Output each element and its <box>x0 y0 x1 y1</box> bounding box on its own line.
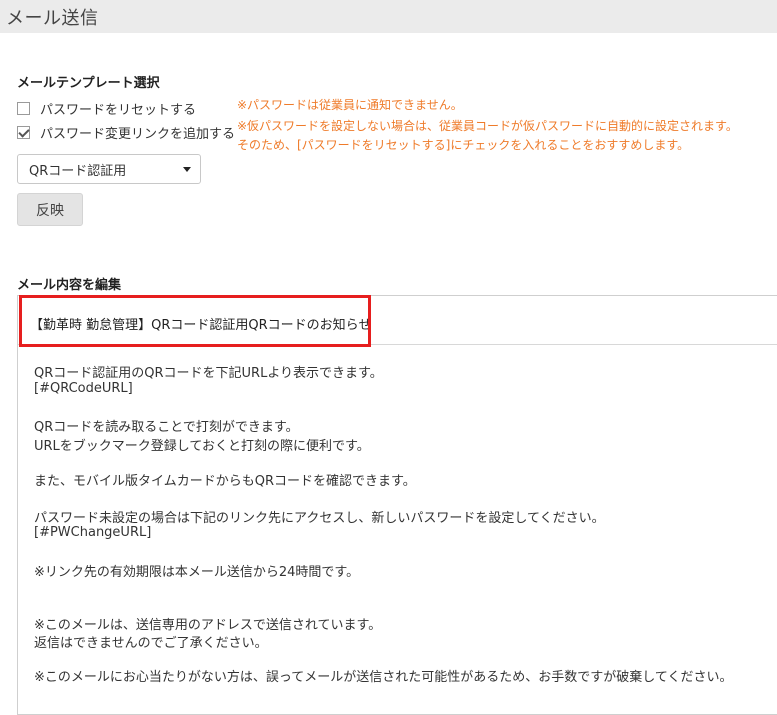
body-line[interactable]: QRコード認証用のQRコードを下記URLより表示できます。 <box>34 362 383 381</box>
template-select[interactable]: QRコード認証用 <box>17 154 201 184</box>
page-title: メール送信 <box>6 8 99 29</box>
body-line[interactable]: 返信はできませんのでご了承ください。 <box>34 632 268 651</box>
edit-section-title: メール内容を編集 <box>17 278 122 293</box>
template-section-title: メールテンプレート選択 <box>17 76 160 91</box>
body-line[interactable]: ※このメールにお心当たりがない方は、誤ってメールが送信された可能性があるため、お… <box>34 666 732 685</box>
subject-text: 【勤革時 勤怠管理】QRコード認証用QRコードのお知らせ <box>30 318 372 333</box>
body-line[interactable]: QRコードを読み取ることで打刻ができます。 <box>34 416 299 435</box>
reset-password-checkbox[interactable] <box>17 101 30 115</box>
template-select-value: QRコード認証用 <box>29 163 127 179</box>
add-change-link-checkbox[interactable] <box>17 125 30 139</box>
reset-password-option[interactable]: パスワードをリセットする <box>17 99 197 118</box>
body-line[interactable]: [#QRCodeURL] <box>34 381 133 396</box>
body-line[interactable]: [#PWChangeURL] <box>34 525 151 540</box>
subject-field[interactable]: 【勤革時 勤怠管理】QRコード認証用QRコードのお知らせ <box>18 296 777 345</box>
add-change-link-option[interactable]: パスワード変更リンクを追加する <box>17 123 236 142</box>
body-line[interactable]: ※このメールは、送信専用のアドレスで送信されています。 <box>34 614 381 633</box>
body-line[interactable]: URLをブックマーク登録しておくと打刻の際に便利です。 <box>34 435 370 454</box>
note-line-1: ※パスワードは従業員に通知できません。 <box>237 98 463 112</box>
note-line-2: ※仮パスワードを設定しない場合は、従業員コードが仮パスワードに自動的に設定されま… <box>237 119 738 133</box>
body-line[interactable]: また、モバイル版タイムカードからもQRコードを確認できます。 <box>34 470 416 489</box>
body-line[interactable]: ※リンク先の有効期限は本メール送信から24時間です。 <box>34 561 359 580</box>
note-line-3: そのため、[パスワードをリセットする]にチェックを入れることをおすすめします。 <box>237 138 690 152</box>
apply-button[interactable]: 反映 <box>17 193 83 226</box>
mail-editor: 【勤革時 勤怠管理】QRコード認証用QRコードのお知らせ <box>17 295 777 715</box>
reset-password-label: パスワードをリセットする <box>40 102 197 118</box>
add-change-link-label: パスワード変更リンクを追加する <box>40 126 236 142</box>
chevron-down-icon <box>183 167 191 172</box>
body-line[interactable]: パスワード未設定の場合は下記のリンク先にアクセスし、新しいパスワードを設定してく… <box>34 507 605 526</box>
title-bar: メール送信 <box>0 0 777 33</box>
